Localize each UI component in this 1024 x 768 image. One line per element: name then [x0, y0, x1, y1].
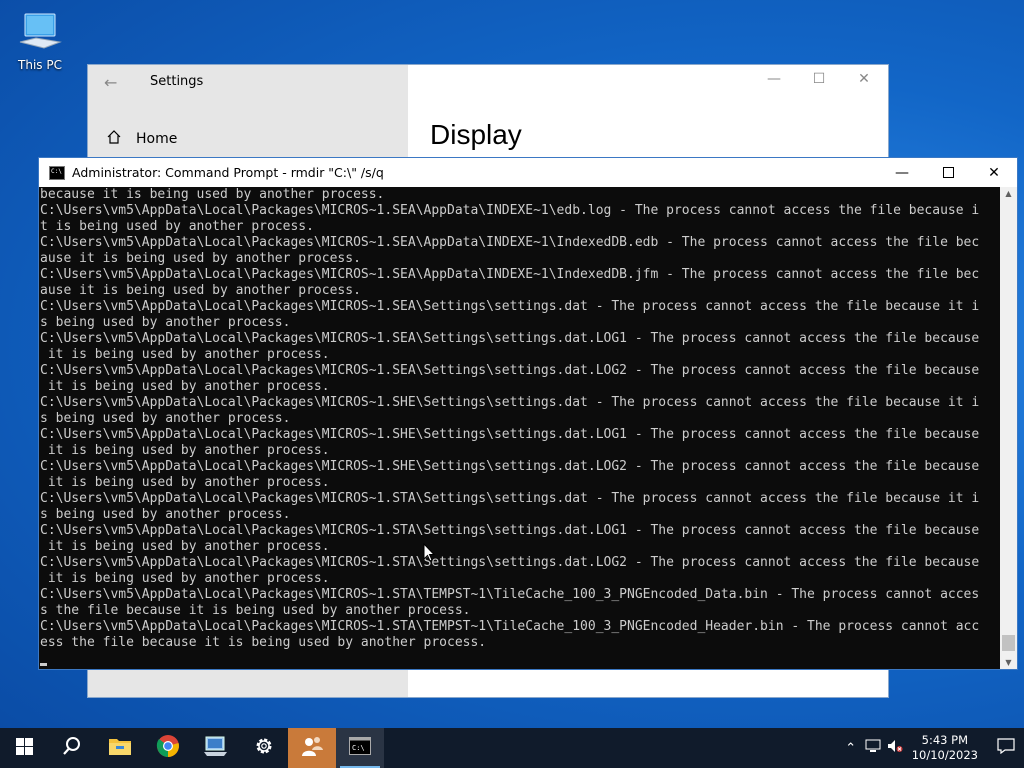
command-prompt-icon: C:\ [349, 737, 371, 759]
maximize-icon[interactable]: ☐ [796, 71, 842, 87]
minimize-icon[interactable]: — [879, 158, 925, 187]
taskbar: C:\ ⌃ 5:43 PM 10/10/2023 [0, 728, 1024, 768]
minimize-icon[interactable]: — [751, 71, 797, 87]
home-label: Home [136, 131, 178, 147]
volume-muted-icon[interactable] [884, 739, 906, 757]
console-text: because it is being used by another proc… [40, 187, 980, 650]
search-button[interactable] [48, 728, 96, 768]
file-explorer-icon [108, 736, 132, 760]
taskbar-settings[interactable] [240, 728, 288, 768]
taskbar-clock[interactable]: 5:43 PM 10/10/2023 [912, 733, 978, 763]
vertical-scrollbar[interactable]: ▲ ▼ [1000, 187, 1017, 669]
computer-icon [16, 8, 64, 56]
scrollbar-thumb[interactable] [1002, 635, 1015, 651]
close-icon[interactable]: ✕ [841, 71, 887, 87]
user-accounts-icon [300, 734, 324, 762]
scroll-down-icon[interactable]: ▼ [1000, 658, 1017, 667]
page-title: Display [430, 119, 522, 150]
clock-date: 10/10/2023 [911, 748, 978, 762]
close-icon[interactable]: ✕ [971, 158, 1017, 187]
this-pc-desktop-icon[interactable]: This PC [12, 8, 68, 72]
this-pc-label: This PC [18, 58, 62, 72]
taskbar-file-explorer[interactable] [96, 728, 144, 768]
taskbar-remote-desktop[interactable] [192, 728, 240, 768]
back-arrow-icon[interactable]: ← [104, 73, 117, 92]
command-prompt-window[interactable]: Administrator: Command Prompt - rmdir "C… [38, 157, 1018, 670]
start-button[interactable] [0, 728, 48, 768]
settings-home-link[interactable]: Home [106, 129, 177, 149]
text-cursor [40, 663, 47, 666]
cmd-app-icon [49, 165, 65, 180]
maximize-icon[interactable] [925, 158, 971, 187]
search-icon [62, 736, 82, 760]
console-output[interactable]: because it is being used by another proc… [39, 187, 999, 669]
mouse-pointer-icon [423, 542, 436, 567]
taskbar-chrome[interactable] [144, 728, 192, 768]
taskbar-user-accounts[interactable] [288, 728, 336, 768]
clock-time: 5:43 PM [921, 733, 969, 747]
notifications-button[interactable] [988, 728, 1024, 768]
settings-gear-icon [254, 736, 274, 760]
scroll-up-icon[interactable]: ▲ [1000, 189, 1017, 198]
remote-desktop-icon [203, 735, 229, 761]
settings-title: Settings [150, 74, 204, 89]
network-icon[interactable] [862, 739, 884, 757]
chrome-icon [156, 734, 180, 762]
home-icon [106, 129, 122, 149]
taskbar-command-prompt[interactable]: C:\ [336, 728, 384, 768]
chevron-up-icon[interactable]: ⌃ [840, 741, 862, 756]
cmd-titlebar[interactable]: Administrator: Command Prompt - rmdir "C… [39, 158, 1017, 187]
svg-text:C:\: C:\ [352, 744, 365, 752]
system-tray: ⌃ 5:43 PM 10/10/2023 [840, 728, 1024, 768]
notification-icon [997, 738, 1015, 758]
cmd-window-title: Administrator: Command Prompt - rmdir "C… [72, 165, 384, 180]
windows-start-icon [15, 737, 33, 759]
